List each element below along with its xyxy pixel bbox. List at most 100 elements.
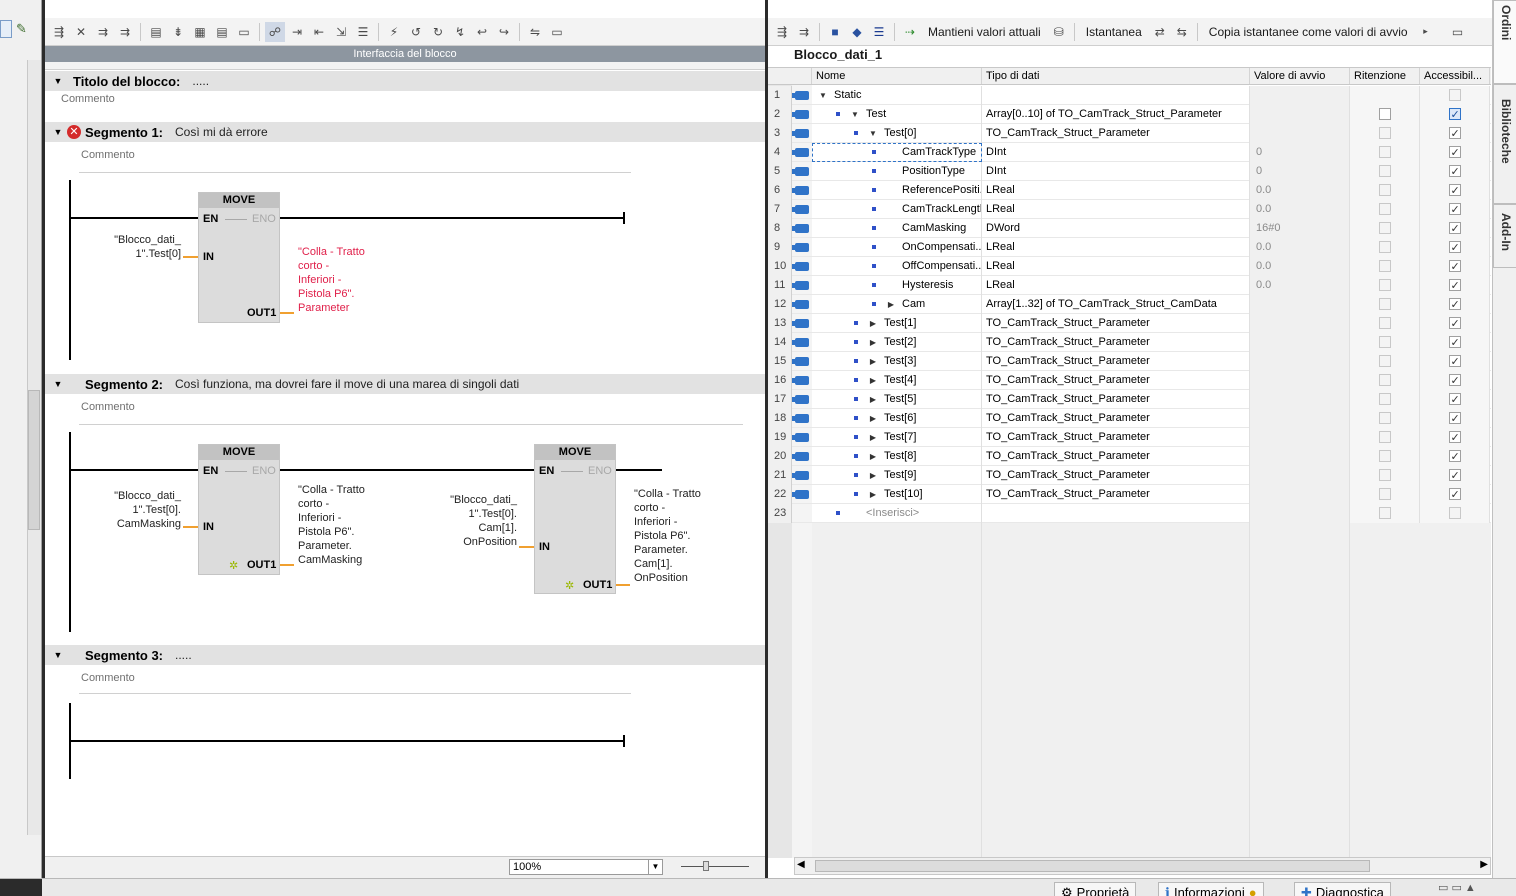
retain-checkbox[interactable] [1378,355,1391,368]
collapse-icon[interactable]: ▼ [49,379,67,389]
row-number[interactable]: 13 [768,314,792,333]
accessible-cell[interactable] [1420,428,1490,447]
accessible-checkbox[interactable] [1448,182,1461,200]
retain-cell[interactable] [1350,162,1420,181]
start-value-cell[interactable] [1250,428,1350,447]
monitor-icon[interactable]: ⚡ [384,22,404,42]
type-cell[interactable]: Array[1..32] of TO_CamTrack_Struct_CamDa… [982,295,1250,314]
unmark-icon[interactable]: ↪ [494,22,514,42]
list-icon[interactable]: ☰ [869,22,889,42]
tab-add-in[interactable]: Add-In [1493,204,1516,268]
retain-cell[interactable] [1350,257,1420,276]
retain-cell[interactable] [1350,333,1420,352]
table-row[interactable]: 22 ▶ Test[10] TO_CamTrack_Struct_Parameter [768,485,1491,504]
name-cell[interactable]: CamTrackType [812,143,982,162]
out-operand[interactable]: "Colla - Tratto corto - Inferiori - Pist… [634,487,701,585]
retain-checkbox[interactable] [1378,184,1391,197]
row-number[interactable]: 6 [768,181,792,200]
row-number[interactable]: 14 [768,333,792,352]
retain-checkbox[interactable] [1378,298,1391,311]
chevron-right-icon[interactable]: ▶ [868,352,878,371]
start-value-cell[interactable]: 0.0 [1250,257,1350,276]
name-cell[interactable]: OffCompensati... [812,257,982,276]
name-cell[interactable]: ▼ Test[0] [812,124,982,143]
insert-row-icon[interactable]: ⇉ [93,22,113,42]
retain-checkbox[interactable] [1378,431,1391,444]
scroll-left-icon[interactable]: ◀ [797,859,805,870]
chevron-right-icon[interactable]: ▶ [868,409,878,428]
chevron-right-icon[interactable]: ▶ [868,314,878,333]
move-box[interactable]: MOVE EN ENO IN OUT1 [198,192,280,323]
type-cell[interactable]: LReal [982,257,1250,276]
accessible-cell[interactable] [1420,276,1490,295]
accessible-cell[interactable] [1420,314,1490,333]
type-cell[interactable]: TO_CamTrack_Struct_Parameter [982,447,1250,466]
accessible-cell[interactable] [1420,162,1490,181]
row-number[interactable]: 19 [768,428,792,447]
retain-checkbox[interactable] [1378,165,1391,178]
accessible-checkbox[interactable] [1448,125,1461,143]
horizontal-scrollbar[interactable]: ◀ ▶ [794,857,1491,875]
accessible-checkbox[interactable] [1448,89,1461,102]
accessible-cell[interactable] [1420,504,1490,523]
mark-icon[interactable]: ↩ [472,22,492,42]
row-number[interactable]: 10 [768,257,792,276]
accessible-checkbox[interactable] [1448,106,1461,124]
name-cell[interactable]: CamMasking [812,219,982,238]
add-row-icon[interactable]: ⇉ [794,22,814,42]
row-number[interactable]: 17 [768,390,792,409]
start-value-cell[interactable] [1250,352,1350,371]
retain-checkbox[interactable] [1378,336,1391,349]
in-operand[interactable]: "Blocco_dati_ 1".Test[0]. Cam[1]. OnPosi… [421,493,517,549]
retain-checkbox[interactable] [1378,127,1391,140]
accessible-checkbox[interactable] [1448,315,1461,333]
table-row[interactable]: 20 ▶ Test[8] TO_CamTrack_Struct_Parameter [768,447,1491,466]
show-favorites-icon[interactable]: ☰ [353,22,373,42]
row-number[interactable]: 21 [768,466,792,485]
accessible-checkbox[interactable] [1448,507,1461,520]
accessible-checkbox[interactable] [1448,372,1461,390]
tab-biblioteche[interactable]: Biblioteche [1493,84,1516,204]
out-operand[interactable]: "Colla - Tratto corto - Inferiori - Pist… [298,483,365,567]
row-number[interactable]: 15 [768,352,792,371]
retain-cell[interactable] [1350,200,1420,219]
start-value-cell[interactable] [1250,124,1350,143]
accessible-cell[interactable] [1420,105,1490,124]
table-row[interactable]: 4 CamTrackType DInt 0 [768,143,1491,162]
row-number[interactable]: 3 [768,124,792,143]
type-cell[interactable]: TO_CamTrack_Struct_Parameter [982,390,1250,409]
interface-splitter[interactable] [45,62,765,70]
load-start-values-icon[interactable]: ⇆ [1172,22,1192,42]
retain-cell[interactable] [1350,219,1420,238]
accessible-checkbox[interactable] [1448,391,1461,409]
retain-checkbox[interactable] [1378,469,1391,482]
name-cell[interactable]: Hysteresis [812,276,982,295]
chevron-right-icon[interactable]: ▶ [886,295,896,314]
tab-ordini[interactable]: Ordini [1493,0,1516,84]
window-layout-icon[interactable]: ▭ [1448,22,1468,42]
table-row[interactable]: 8 CamMasking DWord 16#0 [768,219,1491,238]
row-number[interactable]: 5 [768,162,792,181]
download-icon[interactable]: ↻ [428,22,448,42]
table-row[interactable]: 15 ▶ Test[3] TO_CamTrack_Struct_Parameter [768,352,1491,371]
help-icon[interactable]: ▭ [547,22,567,42]
name-cell[interactable]: ▼ Test [812,105,982,124]
move-box[interactable]: MOVE EN ENO IN ✲ OUT1 [534,444,616,594]
retain-cell[interactable] [1350,295,1420,314]
insert-row-icon[interactable]: ⇶ [772,22,792,42]
retain-cell[interactable] [1350,390,1420,409]
table-row[interactable]: 12 ▶ Cam Array[1..32] of TO_CamTrack_Struct… [768,295,1491,314]
name-cell[interactable]: ▶ Test[6] [812,409,982,428]
next-error-icon[interactable]: ⇥ [287,22,307,42]
accessible-cell[interactable] [1420,181,1490,200]
row-number[interactable]: 8 [768,219,792,238]
window-controls-icon[interactable]: ▭ ▭ ▲ [1438,881,1476,894]
col-header-start[interactable]: Valore di avvio [1250,68,1350,84]
insert-network-icon[interactable]: ⇶ [49,22,69,42]
accessible-cell[interactable] [1420,390,1490,409]
retain-cell[interactable] [1350,238,1420,257]
accessible-checkbox[interactable] [1448,353,1461,371]
type-cell[interactable]: LReal [982,200,1250,219]
retain-checkbox[interactable] [1378,450,1391,463]
in-operand[interactable]: "Blocco_dati_ 1".Test[0]. CamMasking [85,489,181,531]
